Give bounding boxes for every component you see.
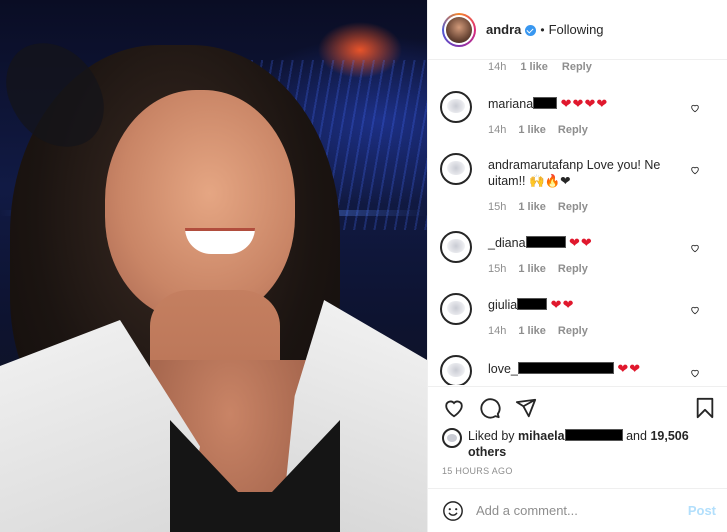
commenter-avatar[interactable] bbox=[440, 91, 472, 123]
commenter-username[interactable]: _diana bbox=[488, 236, 526, 250]
comment-meta: 14h 1 like Reply bbox=[488, 61, 592, 73]
verified-badge-icon bbox=[525, 25, 537, 36]
comment-hearts: ❤❤ bbox=[569, 235, 593, 250]
commenter-username[interactable]: andramarutafanp bbox=[488, 158, 583, 172]
commenter-avatar[interactable] bbox=[440, 231, 472, 263]
like-heart-icon[interactable] bbox=[442, 397, 466, 419]
comment-hearts: ❤❤❤❤ bbox=[560, 96, 609, 111]
comments-list[interactable]: 14h 1 like Reply mariana ❤❤❤❤ 14h 1 like… bbox=[428, 61, 727, 385]
comment-time: 15h bbox=[488, 263, 507, 275]
reply-button[interactable]: Reply bbox=[558, 325, 588, 337]
emoji-icon[interactable] bbox=[442, 500, 464, 522]
comment-input[interactable] bbox=[476, 503, 676, 518]
instagram-post-view: andra • Following 14h 1 like Reply maria… bbox=[0, 0, 727, 532]
liked-by-prefix: Liked by bbox=[468, 429, 515, 443]
comment-likes[interactable]: 1 like bbox=[518, 325, 546, 337]
comment-likes[interactable]: 1 like bbox=[518, 263, 546, 275]
redaction-bar bbox=[564, 429, 623, 441]
post-header: andra • Following bbox=[428, 0, 727, 60]
heart-icon[interactable] bbox=[690, 103, 700, 113]
commenter-username[interactable]: mariana bbox=[488, 97, 533, 111]
post-timestamp[interactable]: 15 HOURS AGO bbox=[442, 466, 513, 476]
commenter-avatar[interactable] bbox=[440, 355, 472, 385]
reply-button[interactable]: Reply bbox=[562, 61, 592, 73]
comment-text: mariana ❤❤❤❤ bbox=[488, 96, 688, 112]
redaction-bar bbox=[533, 97, 558, 109]
commenter-username[interactable]: giulia bbox=[488, 298, 517, 312]
heart-icon[interactable] bbox=[690, 305, 700, 315]
comment-meta: 14h 1 like Reply bbox=[488, 124, 588, 136]
comment-meta: 14h 1 like Reply bbox=[488, 325, 588, 337]
heart-icon[interactable] bbox=[690, 368, 700, 378]
redaction-bar bbox=[525, 236, 566, 248]
heart-icon[interactable] bbox=[690, 243, 700, 253]
comment-text: love_ ❤❤ bbox=[488, 361, 688, 377]
comment-emojis: 🙌🔥❤ bbox=[529, 174, 571, 188]
author-avatar[interactable] bbox=[442, 12, 476, 47]
comment-time: 14h bbox=[488, 61, 507, 73]
comment-icon[interactable] bbox=[478, 397, 502, 419]
liker-username[interactable]: mihaela bbox=[518, 429, 565, 443]
add-comment-bar: Post bbox=[428, 488, 727, 532]
heart-icon[interactable] bbox=[690, 165, 700, 175]
comment-text: giulia ❤❤ bbox=[488, 297, 688, 313]
comment-meta: 15h 1 like Reply bbox=[488, 263, 588, 275]
comment-text: andramarutafanp Love you! Ne uitam!! 🙌🔥❤ bbox=[488, 157, 688, 189]
photo-face bbox=[105, 90, 295, 320]
comment-text: _diana ❤❤ bbox=[488, 235, 688, 251]
comment-hearts: ❤❤ bbox=[550, 297, 575, 312]
liked-by-and: and bbox=[626, 429, 647, 443]
bookmark-icon[interactable] bbox=[694, 397, 716, 419]
commenter-avatar[interactable] bbox=[440, 153, 472, 185]
reply-button[interactable]: Reply bbox=[558, 201, 588, 213]
commenter-username[interactable]: love_ bbox=[488, 362, 518, 376]
comment-time: 14h bbox=[488, 124, 507, 136]
comment-time: 15h bbox=[488, 201, 507, 213]
comment-likes[interactable]: 1 like bbox=[518, 201, 546, 213]
comment-likes[interactable]: 1 like bbox=[520, 61, 548, 73]
header-separator: • bbox=[540, 22, 545, 37]
author-username[interactable]: andra bbox=[486, 22, 521, 37]
reply-button[interactable]: Reply bbox=[558, 263, 588, 275]
redaction-bar bbox=[517, 362, 614, 374]
comment-hearts: ❤❤ bbox=[617, 361, 642, 376]
post-side-panel: andra • Following 14h 1 like Reply maria… bbox=[427, 0, 727, 532]
liker-avatar[interactable] bbox=[442, 428, 462, 448]
following-button[interactable]: Following bbox=[549, 22, 604, 37]
comment-likes[interactable]: 1 like bbox=[518, 124, 546, 136]
liked-by-text: Liked by mihaela and 19,506 others bbox=[468, 428, 718, 460]
post-actions-bar bbox=[428, 386, 727, 428]
reply-button[interactable]: Reply bbox=[558, 124, 588, 136]
comment-meta: 15h 1 like Reply bbox=[488, 201, 588, 213]
redaction-bar bbox=[517, 298, 548, 310]
post-button[interactable]: Post bbox=[688, 503, 716, 518]
commenter-avatar[interactable] bbox=[440, 293, 472, 325]
comment-time: 14h bbox=[488, 325, 507, 337]
share-icon[interactable] bbox=[514, 397, 538, 419]
post-photo[interactable] bbox=[0, 0, 427, 532]
